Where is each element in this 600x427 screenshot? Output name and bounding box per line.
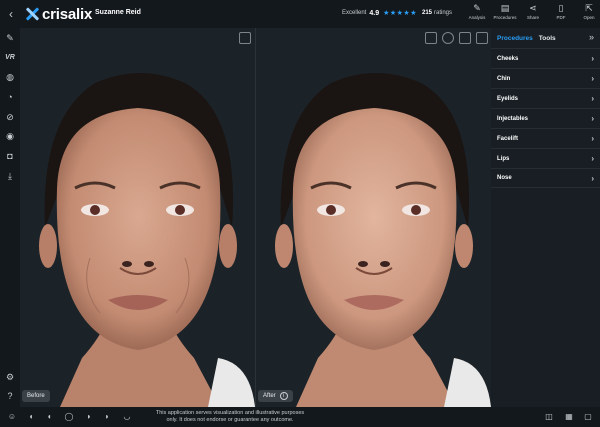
camera-rotate-icon[interactable]: ◔ — [2, 90, 18, 104]
grid-view-icon[interactable]: ▦ — [563, 411, 575, 423]
record-icon[interactable]: ◉ — [2, 129, 18, 143]
share-icon: ⋖ — [529, 3, 537, 13]
after-panel: After i — [256, 28, 491, 407]
split-view-icon[interactable]: ◫ — [543, 411, 555, 423]
procedure-item-cheeks[interactable]: Cheeks › — [491, 48, 600, 68]
chevron-right-icon: › — [591, 74, 594, 83]
settings-icon[interactable]: ⚙ — [2, 370, 18, 384]
eye-off-icon[interactable]: ⊘ — [2, 110, 18, 124]
face-left-icon[interactable]: ◖ — [25, 411, 37, 423]
brand-logo: crisalix — [25, 5, 92, 23]
procedures-button[interactable]: ▤ Procedures — [491, 2, 519, 26]
tab-tools[interactable]: Tools — [539, 35, 556, 42]
procedure-item-facelift[interactable]: Facelift › — [491, 128, 600, 148]
face-bottom-icon[interactable]: ◡ — [121, 411, 133, 423]
face-right-icon[interactable]: ◗ — [101, 411, 113, 423]
before-label-text: Before — [27, 393, 45, 399]
disclaimer-line-1: This application serves visualization an… — [155, 410, 305, 416]
procedures-sidebar: Procedures Tools » Cheeks › Chin › Eyeli… — [491, 28, 600, 407]
disclaimer-line-2: only. It does not endorse or guarantee a… — [166, 417, 294, 423]
face-three-quarter-left-icon[interactable]: ◐ — [44, 411, 56, 423]
chevron-right-icon: › — [591, 114, 594, 123]
chevron-left-icon[interactable]: ‹ — [5, 7, 17, 21]
sidebar-tabs: Procedures Tools » — [491, 28, 600, 48]
procedure-item-lips[interactable]: Lips › — [491, 148, 600, 168]
help-icon[interactable]: ? — [2, 389, 18, 403]
share-button[interactable]: ⋖ Share — [519, 2, 547, 26]
procedure-label: Nose — [497, 175, 512, 181]
chevron-right-icon: › — [591, 54, 594, 63]
analysis-button[interactable]: ✎ Analysis — [463, 2, 491, 26]
camera-icon[interactable]: ◘ — [2, 149, 18, 163]
face-front-view-icon[interactable]: ◯ — [63, 411, 75, 423]
before-panel: Before — [20, 28, 255, 407]
rating-count-label: ratings — [434, 10, 453, 16]
info-icon[interactable]: i — [279, 392, 288, 400]
share-label: Share — [526, 15, 539, 20]
procedure-label: Lips — [497, 155, 510, 162]
open-button[interactable]: ⇱ Open — [575, 2, 600, 26]
rating-score: 4.9 — [369, 9, 380, 17]
header-actions: ✎ Analysis ▤ Procedures ⋖ Share ▯ PDF ⇱ … — [463, 2, 600, 26]
procedure-label: Eyelids — [497, 95, 519, 102]
vr-button[interactable]: VR — [2, 51, 18, 65]
double-chevron-right-icon[interactable]: » — [589, 32, 594, 42]
open-label: Open — [583, 15, 595, 20]
crisalix-logo-icon — [25, 7, 39, 21]
before-face-image — [39, 73, 255, 407]
chevron-right-icon: › — [591, 94, 594, 103]
face-front-icon[interactable]: ☺ — [6, 411, 18, 423]
chevron-right-icon: › — [591, 134, 594, 143]
chevron-right-icon: › — [591, 154, 594, 163]
procedure-item-nose[interactable]: Nose › — [491, 168, 600, 188]
patient-name: Suzanne Reid — [95, 9, 141, 16]
globe-icon[interactable]: ◍ — [2, 70, 18, 84]
download-icon[interactable]: ⤓ — [2, 169, 18, 183]
pdf-label: PDF — [556, 15, 566, 20]
document-icon: ▯ — [558, 3, 564, 13]
procedures-label: Procedures — [493, 15, 517, 20]
face-three-quarter-right-icon[interactable]: ◑ — [82, 411, 94, 423]
before-label: Before — [22, 390, 50, 402]
simulation-viewer[interactable]: Before After i — [20, 28, 491, 407]
procedure-label: Chin — [497, 75, 511, 82]
pencil-icon: ✎ — [473, 3, 481, 13]
left-tool-rail: ✎ VR ◍ ◔ ⊘ ◉ ◘ ⤓ ⚙ ? — [0, 28, 20, 407]
procedure-item-injectables[interactable]: Injectables › — [491, 108, 600, 128]
rating-count: 215 — [421, 10, 432, 16]
chevron-right-icon: › — [591, 173, 594, 183]
rating[interactable]: Excellent 4.9 ★★★★★ 215 ratings — [342, 9, 453, 18]
top-bar: ‹ crisalix Suzanne Reid Excellent 4.9 ★★… — [0, 0, 600, 28]
after-label-text: After — [263, 393, 276, 399]
rating-label: Excellent — [342, 10, 367, 16]
procedure-label: Injectables — [497, 115, 529, 122]
procedure-item-chin[interactable]: Chin › — [491, 68, 600, 88]
open-icon: ⇱ — [585, 3, 593, 13]
after-label: After i — [258, 390, 293, 402]
procedure-label: Cheeks — [497, 55, 519, 62]
star-rating-icon: ★★★★★ — [383, 10, 417, 17]
pencil-icon[interactable]: ✎ — [2, 31, 18, 45]
disclaimer: This application serves visualization an… — [140, 410, 320, 424]
single-view-icon[interactable]: ▢ — [582, 411, 594, 423]
bottom-bar: ☺ ◖ ◐ ◯ ◑ ◗ ◡ This application serves vi… — [0, 407, 600, 427]
tab-procedures[interactable]: Procedures — [497, 35, 533, 42]
procedure-item-eyelids[interactable]: Eyelids › — [491, 88, 600, 108]
analysis-label: Analysis — [468, 15, 486, 20]
brand-name: crisalix — [42, 5, 93, 23]
pdf-button[interactable]: ▯ PDF — [547, 2, 575, 26]
clipboard-icon: ▤ — [500, 3, 510, 13]
after-face-image — [275, 73, 491, 407]
procedure-label: Facelift — [497, 135, 519, 142]
